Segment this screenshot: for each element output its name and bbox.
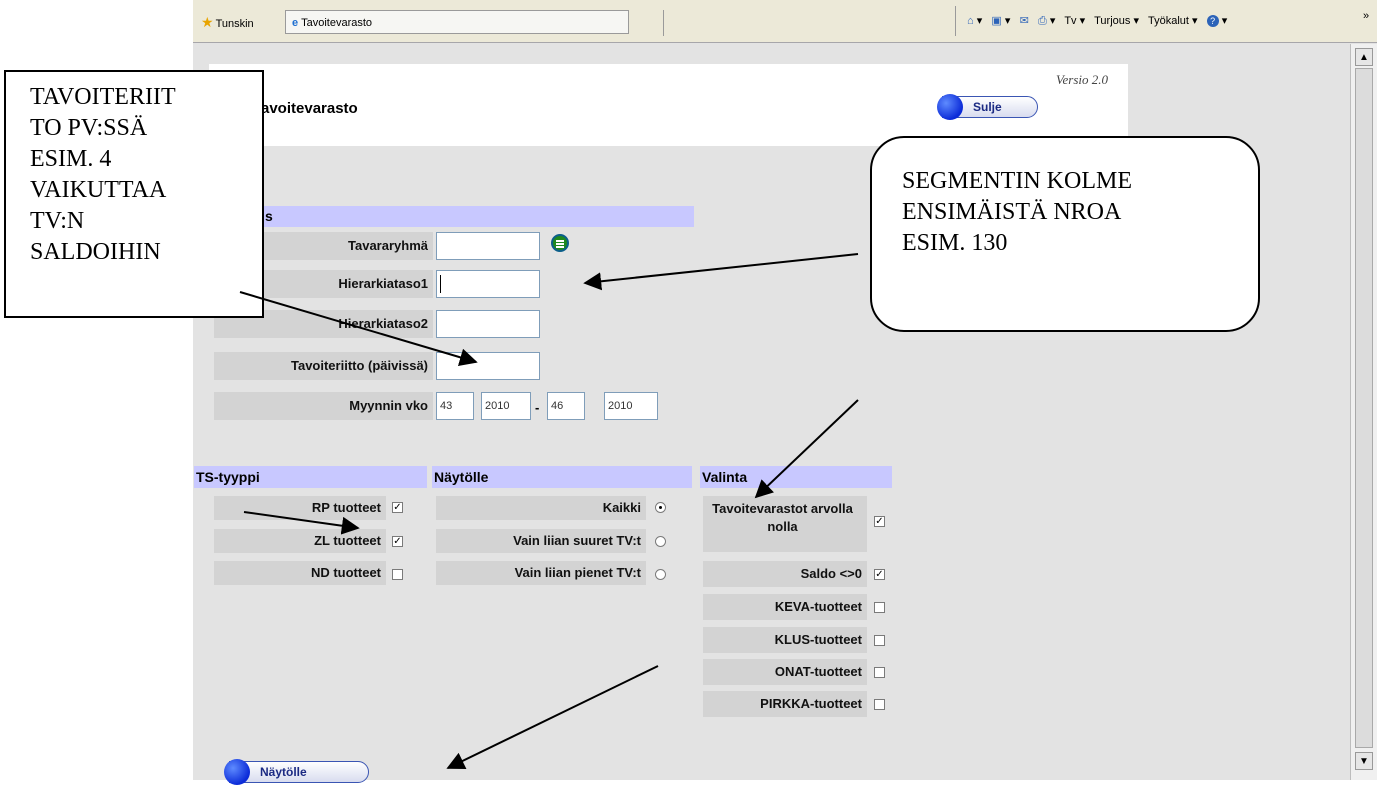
command-page[interactable]: Tv <box>1064 15 1076 27</box>
command-tools[interactable]: Työkalut <box>1148 15 1189 27</box>
ts-nd-label: ND tuotteet <box>214 561 386 585</box>
favorites-label: Tunskin <box>215 18 254 30</box>
callout-segmentti: SEGMENTIN KOLME ENSIMÄISTÄ NROA ESIM. 13… <box>870 136 1260 332</box>
valinta-onat-checkbox[interactable] <box>874 667 885 678</box>
hierarkiataso2-input[interactable] <box>436 310 540 338</box>
text-caret <box>440 275 441 294</box>
help-icon[interactable]: ? <box>1206 15 1219 27</box>
command-safety[interactable]: Turjous <box>1094 15 1130 27</box>
toolbar-divider <box>955 6 956 36</box>
close-button-label: Sulje <box>973 100 1002 114</box>
valinta-klus-checkbox[interactable] <box>874 635 885 646</box>
naytolle-pienet-label: Vain liian pienet TV:t <box>436 561 646 585</box>
ts-nd-checkbox[interactable] <box>392 569 403 580</box>
hierarkiataso1-input[interactable] <box>436 270 540 298</box>
tavararyhma-input[interactable] <box>436 232 540 260</box>
valinta-keva-checkbox[interactable] <box>874 602 885 613</box>
feeds-icon[interactable]: ▣ <box>991 15 1001 27</box>
naytolle-kaikki-radio[interactable] <box>655 502 666 513</box>
year-from-input[interactable]: 2010 <box>481 392 531 420</box>
week-to-input[interactable]: 46 <box>547 392 585 420</box>
command-bar: ⌂ ▾ ▣ ▾ ✉ ⎙ ▾ Tv ▾ Turjous ▾ Työkalut ▾ … <box>967 15 1228 27</box>
ts-rp-checkbox[interactable]: ✓ <box>392 502 403 513</box>
valinta-tavoitevarastot-label: Tavoitevarastot arvolla nolla <box>703 496 867 552</box>
favorites-button[interactable]: ★ Tunskin <box>201 14 254 31</box>
version-label: Versio 2.0 <box>1056 72 1108 87</box>
browser-toolbar: ★ Tunskin e Tavoitevarasto ⌂ ▾ ▣ ▾ ✉ ⎙ ▾ T… <box>193 0 1377 43</box>
list-lookup-icon[interactable] <box>551 234 569 252</box>
scroll-down-icon[interactable]: ▼ <box>1355 752 1373 770</box>
vertical-scrollbar[interactable]: ▲ ▼ <box>1350 44 1377 780</box>
naytolle-header: Näytölle <box>432 466 692 488</box>
callout-tavoiteriitto: TAVOITERIIT TO PV:SSÄ ESIM. 4 VAIKUTTAA … <box>4 70 264 318</box>
button-dot-icon <box>224 759 250 785</box>
tavoiteriitto-input[interactable] <box>436 352 540 380</box>
range-separator: - <box>535 400 540 415</box>
close-button[interactable]: Sulje <box>937 94 1038 120</box>
valinta-saldo-checkbox[interactable]: ✓ <box>874 569 885 580</box>
naytolle-kaikki-label: Kaikki <box>436 496 646 520</box>
tab-title: Tavoitevarasto <box>301 17 373 29</box>
ts-rp-label: RP tuotteet <box>214 496 386 520</box>
valinta-header: Valinta <box>700 466 892 488</box>
naytolle-suuret-label: Vain liian suuret TV:t <box>436 529 646 553</box>
year-to-input[interactable]: 2010 <box>604 392 658 420</box>
button-dot-icon <box>937 94 963 120</box>
naytolle-suuret-radio[interactable] <box>655 536 666 547</box>
valinta-pirkka-checkbox[interactable] <box>874 699 885 710</box>
section-label: s <box>265 208 273 224</box>
app-header: Versio 2.0 avoitevarasto Sulje <box>209 64 1128 146</box>
page-title: avoitevarasto <box>261 100 358 117</box>
home-icon[interactable]: ⌂ <box>967 15 974 27</box>
ts-zl-checkbox[interactable]: ✓ <box>392 536 403 547</box>
naytolle-submit-label: Näytölle <box>260 765 307 779</box>
myynnin-vko-label: Myynnin vko <box>214 392 433 420</box>
valinta-pirkka-label: PIRKKA-tuotteet <box>703 691 867 717</box>
ts-tyyppi-header: TS-tyyppi <box>194 466 427 488</box>
week-from-input[interactable]: 43 <box>436 392 474 420</box>
print-icon[interactable]: ⎙ <box>1038 15 1047 27</box>
star-icon: ★ <box>201 14 214 30</box>
section-bar <box>212 206 694 227</box>
valinta-tavoitevarastot-checkbox[interactable]: ✓ <box>874 516 885 527</box>
ts-zl-label: ZL tuotteet <box>214 529 386 553</box>
mail-icon[interactable]: ✉ <box>1020 15 1029 27</box>
chevron-more-icon[interactable]: » <box>1363 10 1369 22</box>
valinta-keva-label: KEVA-tuotteet <box>703 594 867 620</box>
scroll-track[interactable] <box>1355 68 1373 748</box>
ie-icon: e <box>292 17 299 29</box>
naytolle-pienet-radio[interactable] <box>655 569 666 580</box>
scroll-up-icon[interactable]: ▲ <box>1355 48 1373 66</box>
toolbar-divider <box>663 10 664 36</box>
valinta-saldo-label: Saldo <>0 <box>703 561 867 587</box>
browser-tab[interactable]: e Tavoitevarasto <box>285 10 629 34</box>
valinta-klus-label: KLUS-tuotteet <box>703 627 867 653</box>
tavoiteriitto-label: Tavoiteriitto (päivissä) <box>214 352 433 380</box>
valinta-onat-label: ONAT-tuotteet <box>703 659 867 685</box>
